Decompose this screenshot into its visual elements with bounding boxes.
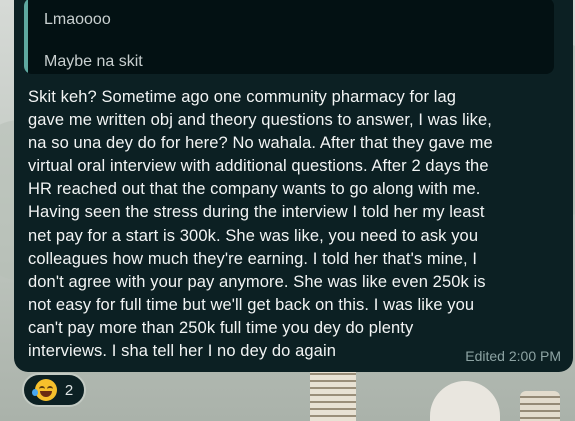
message-text: Skit keh? Sometime ago one community pha… [28,88,493,361]
reaction-pill[interactable]: 2 [22,373,86,407]
quoted-text: Maybe na skit [44,53,143,70]
reaction-count: 2 [64,381,74,399]
quote-accent-bar [24,0,28,74]
message-timestamp: Edited 2:00 PM [465,348,561,364]
face-with-tears-of-joy-icon [31,379,57,401]
message-bubble[interactable]: Lmaoooo Maybe na skit Skit keh? Sometime… [14,0,573,372]
quoted-previous-line: Lmaoooo [44,11,111,28]
quoted-message[interactable]: Lmaoooo Maybe na skit [24,0,554,74]
tear-shape [31,389,38,396]
mouth-shape [39,391,52,397]
wallpaper-minaret [520,391,560,421]
